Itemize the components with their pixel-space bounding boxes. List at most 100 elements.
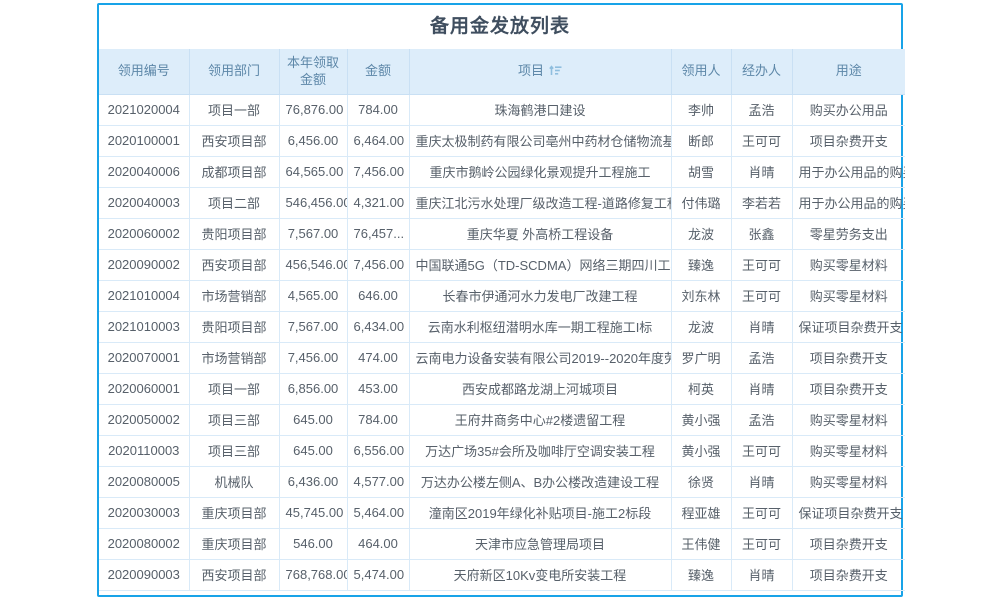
cell-dept: 西安项目部 [189, 249, 279, 280]
cell-recipient[interactable]: 王伟健 [671, 528, 731, 559]
cell-recipient[interactable]: 黄小强 [671, 435, 731, 466]
table-header-row: 领用编号领用部门本年领取金额金额项目领用人经办人用途 [99, 49, 905, 94]
cell-recipient[interactable]: 龙波 [671, 311, 731, 342]
cell-project[interactable]: 万达办公楼左侧A、B办公楼改造建设工程 [409, 466, 671, 497]
cell-handler[interactable]: 王可可 [731, 435, 792, 466]
cell-id[interactable]: 2020040006 [99, 156, 189, 187]
cell-project[interactable]: 重庆太极制药有限公司亳州中药材仓储物流基... [409, 125, 671, 156]
column-header-handler: 经办人 [731, 49, 792, 94]
cell-handler[interactable]: 王可可 [731, 280, 792, 311]
cell-recipient[interactable]: 刘东林 [671, 280, 731, 311]
cell-project[interactable]: 万达广场35#会所及咖啡厅空调安装工程 [409, 435, 671, 466]
cell-project[interactable]: 重庆华夏 外高桥工程设备 [409, 218, 671, 249]
cell-year: 6,436.00 [279, 466, 347, 497]
cell-handler[interactable]: 张鑫 [731, 218, 792, 249]
column-label: 金额 [365, 63, 391, 78]
cell-handler[interactable]: 肖晴 [731, 156, 792, 187]
cell-year: 7,456.00 [279, 342, 347, 373]
cell-id[interactable]: 2020030003 [99, 497, 189, 528]
cell-project[interactable]: 天府新区10Kv变电所安装工程 [409, 559, 671, 590]
cell-amount: 4,577.00 [347, 466, 409, 497]
cell-id[interactable]: 2020090002 [99, 249, 189, 280]
cell-id[interactable]: 2021010003 [99, 311, 189, 342]
cell-id[interactable]: 2021020004 [99, 94, 189, 125]
column-label: 领用部门 [208, 63, 260, 78]
cell-handler[interactable]: 王可可 [731, 125, 792, 156]
cell-handler[interactable]: 肖晴 [731, 311, 792, 342]
cell-amount: 474.00 [347, 342, 409, 373]
cell-amount: 453.00 [347, 373, 409, 404]
cell-id[interactable]: 2021010004 [99, 280, 189, 311]
cell-project[interactable]: 重庆市鹅岭公园绿化景观提升工程施工 [409, 156, 671, 187]
cell-id[interactable]: 2020090003 [99, 559, 189, 590]
cell-project[interactable]: 中国联通5G（TD-SCDMA）网络三期四川工程 [409, 249, 671, 280]
cell-recipient[interactable]: 臻逸 [671, 249, 731, 280]
cell-recipient[interactable]: 程亚雄 [671, 497, 731, 528]
cell-handler[interactable]: 孟浩 [731, 342, 792, 373]
cell-project[interactable]: 潼南区2019年绿化补贴项目-施工2标段 [409, 497, 671, 528]
cell-id[interactable]: 2020110003 [99, 435, 189, 466]
cell-handler[interactable]: 肖晴 [731, 466, 792, 497]
petty-cash-table: 领用编号领用部门本年领取金额金额项目领用人经办人用途 2021020004项目一… [99, 49, 905, 591]
cell-recipient[interactable]: 罗广明 [671, 342, 731, 373]
cell-id[interactable]: 2020060002 [99, 218, 189, 249]
cell-id[interactable]: 2020080005 [99, 466, 189, 497]
cell-amount: 6,434.00 [347, 311, 409, 342]
cell-handler[interactable]: 王可可 [731, 497, 792, 528]
cell-purpose: 项目杂费开支 [792, 125, 905, 156]
cell-handler[interactable]: 王可可 [731, 528, 792, 559]
cell-dept: 成都项目部 [189, 156, 279, 187]
cell-project[interactable]: 长春市伊通河水力发电厂改建工程 [409, 280, 671, 311]
cell-recipient[interactable]: 黄小强 [671, 404, 731, 435]
cell-project[interactable]: 王府井商务中心#2楼遗留工程 [409, 404, 671, 435]
cell-project[interactable]: 西安成都路龙湖上河城项目 [409, 373, 671, 404]
table-row: 2020090003西安项目部768,768.005,474.00天府新区10K… [99, 559, 905, 590]
table-row: 2021010004市场营销部4,565.00646.00长春市伊通河水力发电厂… [99, 280, 905, 311]
cell-project[interactable]: 珠海鹤港口建设 [409, 94, 671, 125]
table-row: 2020040006成都项目部64,565.007,456.00重庆市鹅岭公园绿… [99, 156, 905, 187]
cell-project[interactable]: 天津市应急管理局项目 [409, 528, 671, 559]
cell-id[interactable]: 2020100001 [99, 125, 189, 156]
cell-handler[interactable]: 孟浩 [731, 404, 792, 435]
table-row: 2020080002重庆项目部546.00464.00天津市应急管理局项目王伟健… [99, 528, 905, 559]
cell-recipient[interactable]: 徐贤 [671, 466, 731, 497]
page-title: 备用金发放列表 [99, 5, 901, 49]
cell-id[interactable]: 2020050002 [99, 404, 189, 435]
cell-amount: 6,556.00 [347, 435, 409, 466]
column-header-recipient: 领用人 [671, 49, 731, 94]
cell-dept: 西安项目部 [189, 125, 279, 156]
cell-id[interactable]: 2020070001 [99, 342, 189, 373]
cell-handler[interactable]: 李若若 [731, 187, 792, 218]
cell-amount: 7,456.00 [347, 249, 409, 280]
sort-icon[interactable] [549, 65, 562, 76]
cell-dept: 西安项目部 [189, 559, 279, 590]
table-row: 2021010003贵阳项目部7,567.006,434.00云南水利枢纽潜明水… [99, 311, 905, 342]
cell-purpose: 购买零星材料 [792, 249, 905, 280]
column-label: 项目 [518, 63, 544, 78]
cell-year: 4,565.00 [279, 280, 347, 311]
cell-handler[interactable]: 肖晴 [731, 559, 792, 590]
cell-id[interactable]: 2020060001 [99, 373, 189, 404]
cell-handler[interactable]: 肖晴 [731, 373, 792, 404]
cell-recipient[interactable]: 柯英 [671, 373, 731, 404]
cell-project[interactable]: 云南电力设备安装有限公司2019--2020年度劳... [409, 342, 671, 373]
cell-project[interactable]: 云南水利枢纽潜明水库一期工程施工I标 [409, 311, 671, 342]
cell-handler[interactable]: 孟浩 [731, 94, 792, 125]
table-row: 2020110003项目三部645.006,556.00万达广场35#会所及咖啡… [99, 435, 905, 466]
cell-recipient[interactable]: 臻逸 [671, 559, 731, 590]
cell-recipient[interactable]: 龙波 [671, 218, 731, 249]
cell-recipient[interactable]: 胡雪 [671, 156, 731, 187]
cell-recipient[interactable]: 断郎 [671, 125, 731, 156]
cell-project[interactable]: 重庆江北污水处理厂级改造工程-道路修复工程 [409, 187, 671, 218]
petty-cash-card: 备用金发放列表 领用编号领用部门本年领取金额金额项目领用人经办人用途 20210… [97, 3, 903, 597]
cell-handler[interactable]: 王可可 [731, 249, 792, 280]
column-header-project[interactable]: 项目 [409, 49, 671, 94]
cell-recipient[interactable]: 李帅 [671, 94, 731, 125]
column-label: 经办人 [742, 63, 781, 78]
cell-id[interactable]: 2020080002 [99, 528, 189, 559]
cell-amount: 76,457... [347, 218, 409, 249]
cell-recipient[interactable]: 付伟璐 [671, 187, 731, 218]
cell-id[interactable]: 2020040003 [99, 187, 189, 218]
table-row: 2020070001市场营销部7,456.00474.00云南电力设备安装有限公… [99, 342, 905, 373]
cell-amount: 784.00 [347, 404, 409, 435]
